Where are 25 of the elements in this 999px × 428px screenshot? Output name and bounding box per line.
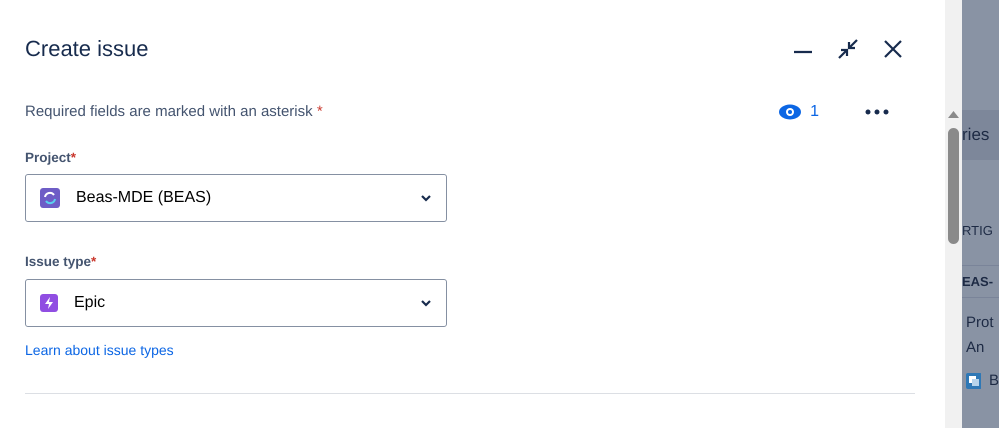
background-text: EAS-: [962, 272, 994, 291]
select-field[interactable]: Epic: [25, 278, 447, 326]
epic-icon: [40, 294, 58, 312]
chevron-down-icon: [420, 298, 432, 306]
watch-button[interactable]: 1: [774, 100, 823, 124]
field-label: Project: [25, 150, 71, 165]
dialog-title: Create issue: [25, 36, 149, 62]
background-text: B: [988, 371, 999, 391]
project-icon: [40, 188, 60, 208]
select-field[interactable]: Beas-MDE (BEAS): [25, 174, 447, 222]
background-text: Prot: [966, 313, 995, 333]
chevron-down-icon: [420, 194, 432, 202]
background-text: RTIG: [962, 222, 993, 240]
asterisk: *: [316, 102, 323, 120]
background-text: An: [966, 338, 986, 358]
required-fields-note: Required fields are marked with an asterisk: [25, 102, 313, 120]
eye-icon: [778, 104, 802, 120]
asterisk: *: [70, 150, 76, 165]
field-label: Issue type: [25, 254, 92, 270]
asterisk: *: [91, 254, 96, 270]
scrollbar-thumb[interactable]: [948, 128, 959, 244]
learn-link[interactable]: Learn about issue types: [25, 342, 174, 358]
scrollbar[interactable]: [945, 0, 962, 428]
card-icon: [966, 372, 981, 388]
background-text: ries: [962, 124, 990, 146]
